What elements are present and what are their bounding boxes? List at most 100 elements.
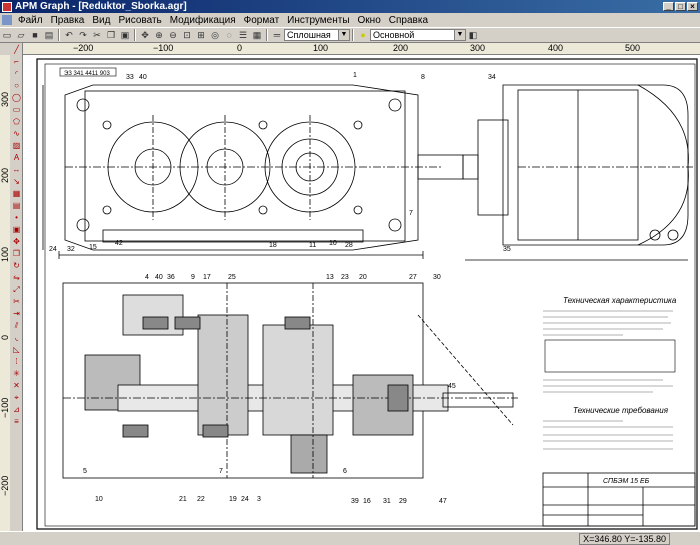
image-tool-icon[interactable]: ▣ bbox=[11, 225, 22, 235]
circle-tool-icon[interactable]: ○ bbox=[11, 81, 22, 91]
window-controls: _ □ × bbox=[663, 2, 698, 11]
rectangle-tool-icon[interactable]: ▭ bbox=[11, 105, 22, 115]
move-tool-icon[interactable]: ✥ bbox=[11, 237, 22, 247]
polygon-tool-icon[interactable]: ⬠ bbox=[11, 117, 22, 127]
sheet-frame bbox=[36, 58, 698, 530]
ruler-label: 0 bbox=[0, 334, 10, 340]
grid-icon[interactable]: ▦ bbox=[251, 29, 263, 41]
leader-label: 7 bbox=[219, 468, 223, 475]
zoom-previous-icon[interactable]: ◎ bbox=[209, 29, 221, 41]
ellipse-tool-icon[interactable]: ◯ bbox=[11, 93, 22, 103]
hatch-tool-icon[interactable]: ▨ bbox=[11, 141, 22, 151]
trim-tool-icon[interactable]: ✂ bbox=[11, 297, 22, 307]
point-tool-icon[interactable]: • bbox=[11, 213, 22, 223]
menu-window[interactable]: Окно bbox=[354, 15, 385, 26]
close-button[interactable]: × bbox=[687, 2, 698, 11]
copy-tool-icon[interactable]: ❐ bbox=[11, 249, 22, 259]
zoom-out-icon[interactable]: ⊖ bbox=[167, 29, 179, 41]
document-system-icon[interactable] bbox=[2, 15, 12, 25]
ruler-label: 300 bbox=[0, 91, 10, 107]
toolbar-separator bbox=[134, 29, 136, 41]
menu-format[interactable]: Формат bbox=[240, 15, 284, 26]
maximize-button[interactable]: □ bbox=[675, 2, 686, 11]
left-tool-palette: ╱ ⌐ ◜ ○ ◯ ▭ ⬠ ∿ ▨ A ↔ ↘ ▦ ▤ • ▣ ✥ ❐ ↻ ⇋ … bbox=[10, 43, 23, 531]
properties-icon[interactable]: ☰ bbox=[237, 29, 249, 41]
leader-label: 21 bbox=[179, 496, 187, 503]
measure-tool-icon[interactable]: ⊿ bbox=[11, 405, 22, 415]
cut-icon[interactable]: ✂ bbox=[91, 29, 103, 41]
chamfer-tool-icon[interactable]: ◺ bbox=[11, 345, 22, 355]
menu-view[interactable]: Вид bbox=[88, 15, 114, 26]
leader-label: 45 bbox=[448, 383, 456, 390]
leader-label: 27 bbox=[409, 274, 417, 281]
ruler-label: 100 bbox=[313, 43, 329, 53]
menu-modify[interactable]: Модификация bbox=[166, 15, 240, 26]
polyline-tool-icon[interactable]: ⌐ bbox=[11, 57, 22, 67]
undo-icon[interactable]: ↶ bbox=[63, 29, 75, 41]
drawing-canvas[interactable]: ЭЗ 341 4411 903 33 40 1 8 34 24 32 15 42… bbox=[23, 55, 700, 531]
leader-label: 30 bbox=[433, 274, 441, 281]
pan-icon[interactable]: ✥ bbox=[139, 29, 151, 41]
spline-tool-icon[interactable]: ∿ bbox=[11, 129, 22, 139]
zoom-window-icon[interactable]: ⊡ bbox=[181, 29, 193, 41]
erase-tool-icon[interactable]: ✕ bbox=[11, 381, 22, 391]
table-tool-icon[interactable]: ▤ bbox=[11, 201, 22, 211]
explode-tool-icon[interactable]: ✳ bbox=[11, 369, 22, 379]
leader-label: 8 bbox=[421, 74, 425, 81]
offset-tool-icon[interactable]: ⫽ bbox=[11, 321, 22, 331]
rotate-tool-icon[interactable]: ↻ bbox=[11, 261, 22, 271]
horizontal-ruler: −200 −100 0 100 200 300 400 500 bbox=[23, 43, 700, 55]
extend-tool-icon[interactable]: ⇥ bbox=[11, 309, 22, 319]
snap-tool-icon[interactable]: ⌖ bbox=[11, 393, 22, 403]
regen-icon[interactable]: ◌ bbox=[223, 29, 235, 41]
zoom-in-icon[interactable]: ⊕ bbox=[153, 29, 165, 41]
mirror-tool-icon[interactable]: ⇋ bbox=[11, 273, 22, 283]
text-tool-icon[interactable]: A bbox=[11, 153, 22, 163]
menu-draw[interactable]: Рисовать bbox=[114, 15, 165, 26]
top-leader-labels: 33 40 1 8 34 bbox=[126, 72, 496, 81]
zoom-all-icon[interactable]: ⊞ bbox=[195, 29, 207, 41]
layer-value: Основной bbox=[373, 30, 415, 40]
line-style-select[interactable]: Сплошная ▼ bbox=[284, 29, 350, 41]
chevron-down-icon[interactable]: ▼ bbox=[338, 30, 349, 40]
menu-edit[interactable]: Правка bbox=[47, 15, 89, 26]
scale-tool-icon[interactable]: ⤢ bbox=[11, 285, 22, 295]
save-icon[interactable]: ■ bbox=[29, 29, 41, 41]
new-file-icon[interactable]: ▭ bbox=[1, 29, 13, 41]
redo-icon[interactable]: ↷ bbox=[77, 29, 89, 41]
layer-manager-icon[interactable]: ◧ bbox=[467, 29, 479, 41]
open-file-icon[interactable]: ▱ bbox=[15, 29, 27, 41]
layer-lightbulb-icon[interactable]: ● bbox=[357, 29, 369, 41]
leader-label: 10 bbox=[329, 240, 337, 247]
leader-label: 5 bbox=[83, 468, 87, 475]
paste-icon[interactable]: ▣ bbox=[119, 29, 131, 41]
ruler-label: −100 bbox=[0, 397, 10, 418]
leader-tool-icon[interactable]: ↘ bbox=[11, 177, 22, 187]
layer-select[interactable]: Основной ▼ bbox=[370, 29, 466, 41]
ruler-label: −100 bbox=[153, 43, 174, 53]
block-tool-icon[interactable]: ▦ bbox=[11, 189, 22, 199]
arc-tool-icon[interactable]: ◜ bbox=[11, 69, 22, 79]
leader-label: 15 bbox=[89, 244, 97, 251]
toolbar-separator bbox=[266, 29, 268, 41]
stamp-code: ЭЗ 341 4411 903 bbox=[64, 71, 110, 77]
leader-label: 40 bbox=[155, 274, 163, 281]
leader-label: 10 bbox=[95, 496, 103, 503]
menu-tools[interactable]: Инструменты bbox=[283, 15, 353, 26]
line-tool-icon[interactable]: ╱ bbox=[11, 45, 22, 55]
ruler-label: −200 bbox=[73, 43, 94, 53]
leader-label: 3 bbox=[257, 496, 261, 503]
leader-label: 13 bbox=[326, 274, 334, 281]
minimize-button[interactable]: _ bbox=[663, 2, 674, 11]
leader-label: 7 bbox=[409, 210, 413, 217]
array-tool-icon[interactable]: ⁞ bbox=[11, 357, 22, 367]
print-icon[interactable]: ▤ bbox=[43, 29, 55, 41]
chevron-down-icon[interactable]: ▼ bbox=[454, 30, 465, 40]
menu-help[interactable]: Справка bbox=[385, 15, 432, 26]
menu-file[interactable]: Файл bbox=[14, 15, 47, 26]
layers-tool-icon[interactable]: ≡ bbox=[11, 417, 22, 427]
copy-icon[interactable]: ❐ bbox=[105, 29, 117, 41]
dimension-tool-icon[interactable]: ↔ bbox=[11, 165, 22, 175]
fillet-tool-icon[interactable]: ◟ bbox=[11, 333, 22, 343]
leader-label: 29 bbox=[399, 498, 407, 505]
